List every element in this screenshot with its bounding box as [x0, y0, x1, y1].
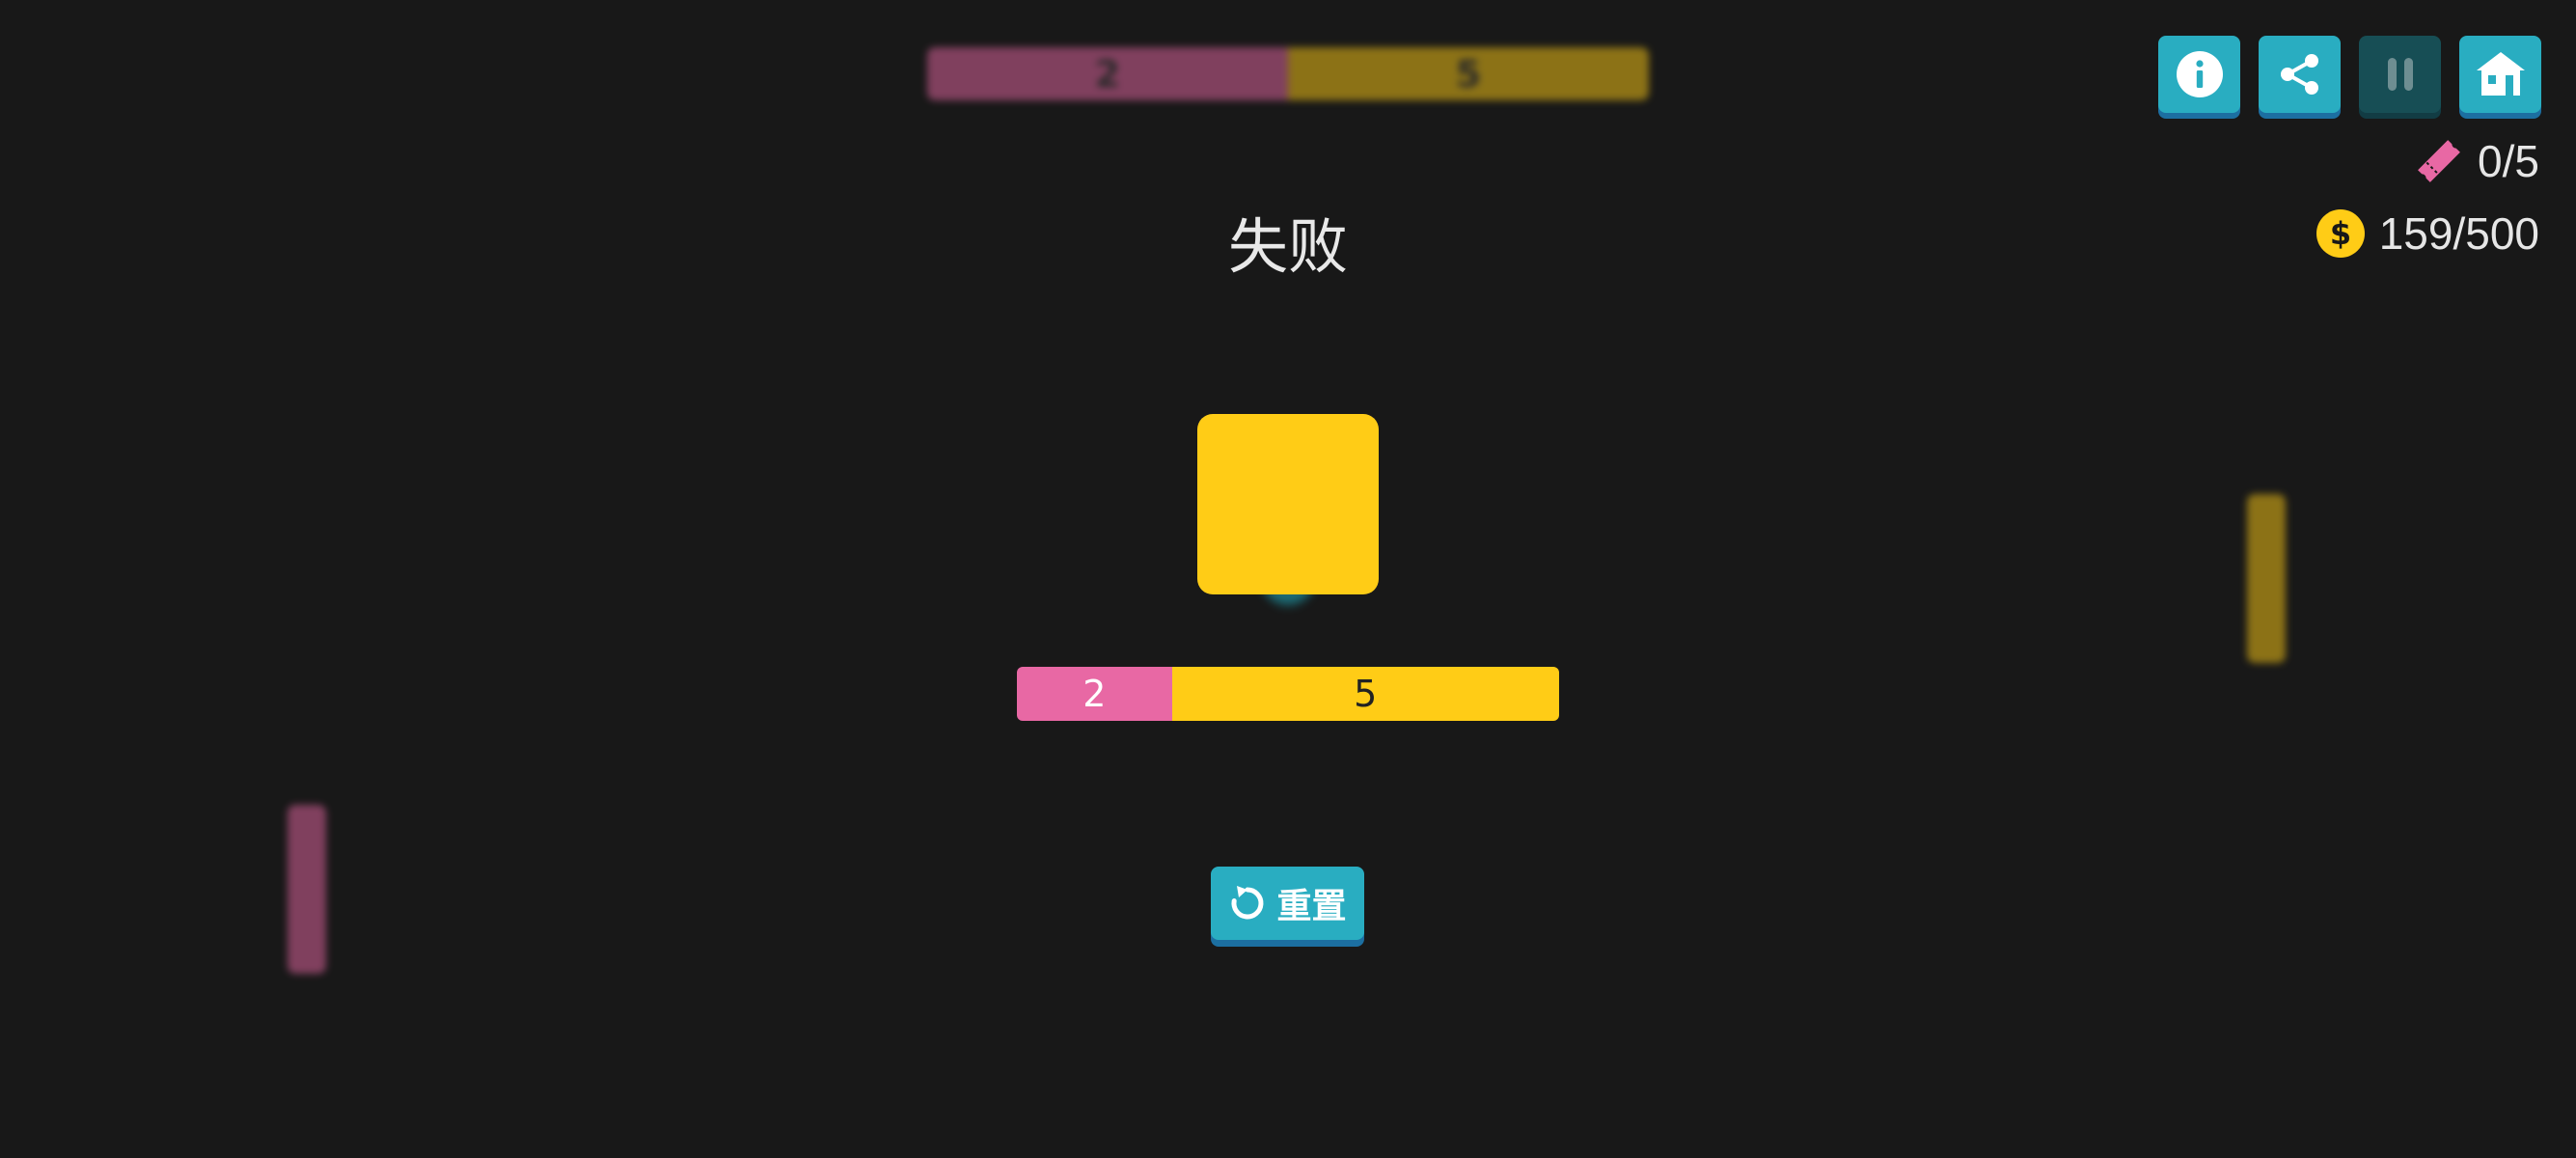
info-icon — [2176, 51, 2223, 97]
background-pink-score: 2 — [927, 47, 1288, 100]
result-title: 失败 — [1227, 211, 1348, 282]
pause-icon — [2387, 58, 2413, 91]
ticket-counter: 0/5 — [2414, 135, 2539, 187]
pink-paddle — [288, 805, 326, 974]
yellow-score: 5 — [1171, 667, 1559, 721]
info-button[interactable] — [2158, 36, 2240, 113]
winner-color-block — [1197, 414, 1379, 594]
share-button[interactable] — [2259, 36, 2341, 113]
toolbar — [2158, 36, 2541, 113]
home-icon — [2476, 52, 2525, 96]
share-icon — [2280, 54, 2318, 95]
ticket-count: 0/5 — [2478, 136, 2539, 186]
background-score-bar: 2 5 — [927, 47, 1649, 100]
background-yellow-score: 5 — [1288, 47, 1649, 100]
reset-label: 重置 — [1276, 887, 1347, 926]
reset-button[interactable]: 重置 — [1211, 867, 1364, 940]
final-score-bar: 2 5 — [1017, 667, 1559, 721]
reset-icon — [1231, 886, 1264, 920]
pause-button[interactable] — [2359, 36, 2441, 113]
home-button[interactable] — [2459, 36, 2541, 113]
pink-score: 2 — [1017, 667, 1172, 721]
yellow-paddle — [2247, 494, 2286, 663]
game-screen: 2 5 0/5 $ 159/500 失败 2 5 重置 — [0, 0, 2576, 1158]
ticket-icon — [2418, 140, 2460, 182]
